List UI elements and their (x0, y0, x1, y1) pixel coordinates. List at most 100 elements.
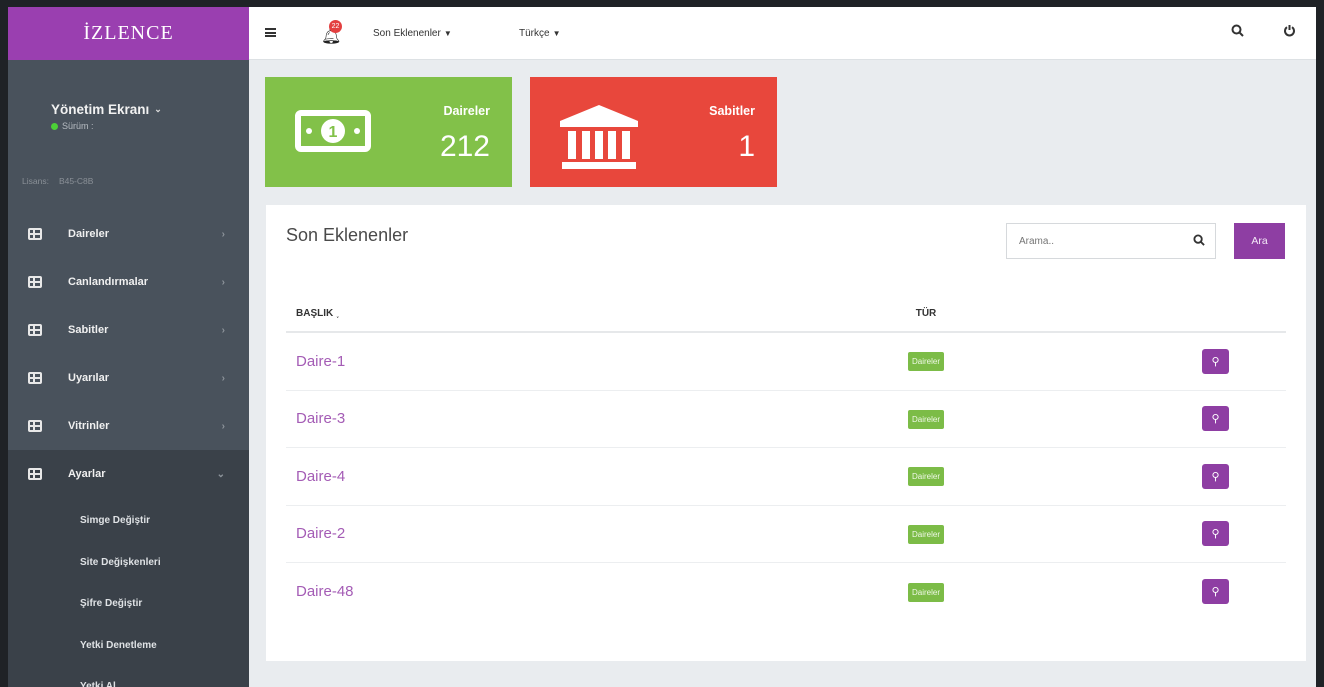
panel-title: Son Eklenenler (286, 225, 409, 245)
chevron-right-icon: › (221, 276, 225, 288)
search-icon: ⚲ (1211, 355, 1220, 368)
grid-icon (28, 420, 42, 432)
sidebar-item-sabitler[interactable]: Sabitler › (8, 306, 249, 354)
sidebar-item-label: Canlandırmalar (68, 276, 149, 288)
search-icon: ⚲ (1211, 470, 1220, 483)
recent-dropdown[interactable]: Son Eklenenler ▼ (373, 28, 452, 39)
chevron-right-icon: › (221, 420, 225, 432)
license-value: B45-C8B (58, 176, 94, 186)
row-title-link[interactable]: Daire-2 (286, 525, 886, 542)
language-label: Türkçe (519, 28, 550, 39)
view-button[interactable]: ⚲ (1202, 463, 1229, 489)
license-label: Lisans: (22, 176, 49, 186)
sidebar-item-daireler[interactable]: Daireler › (8, 210, 249, 258)
submenu-item-yetki-al[interactable]: Yetki Al (8, 666, 249, 687)
stat-label: Sabitler (709, 104, 755, 118)
type-badge: Daireler (907, 467, 944, 487)
chevron-down-icon: ⌄ (154, 104, 162, 114)
sidebar-item-uyarilar[interactable]: Uyarılar › (8, 354, 249, 402)
row-type-cell: Daireler (886, 582, 966, 602)
type-badge: Daireler (907, 409, 944, 429)
language-dropdown[interactable]: Türkçe ▼ (519, 28, 560, 39)
view-button[interactable]: ⚲ (1202, 348, 1229, 374)
view-button[interactable]: ⚲ (1202, 579, 1229, 605)
row-title-link[interactable]: Daire-3 (286, 410, 886, 427)
hamburger-icon[interactable] (265, 28, 276, 37)
sidebar-item-vitrinler[interactable]: Vitrinler › (8, 402, 249, 450)
table-row: Daire-48 Daireler ⚲ (286, 563, 1286, 621)
top-navbar: 🔔︎ 22 Son Eklenenler ▼ Türkçe ▼ (249, 7, 1316, 60)
sidebar-item-label: Sabitler (68, 324, 109, 336)
stat-card-sabitler[interactable]: Sabitler 1 (530, 77, 777, 187)
stat-label: Daireler (443, 104, 490, 118)
search-input[interactable] (1007, 224, 1177, 258)
chevron-right-icon: › (221, 228, 225, 240)
row-type-cell: Daireler (886, 409, 966, 429)
brand-logo[interactable]: İZLENCE (8, 7, 249, 60)
submenu-item-sifre[interactable]: Şifre Değiştir (8, 583, 249, 625)
grid-icon (28, 228, 42, 240)
stat-card-daireler[interactable]: 1 Daireler 212 (265, 77, 512, 187)
type-badge: Daireler (907, 524, 944, 544)
table-row: Daire-4 Daireler ⚲ (286, 448, 1286, 506)
table-row: Daire-2 Daireler ⚲ (286, 506, 1286, 563)
recent-label: Son Eklenenler (373, 28, 441, 39)
grid-icon (28, 276, 42, 288)
sidebar-item-label: Daireler (68, 228, 109, 240)
row-type-cell: Daireler (886, 351, 966, 372)
settings-submenu: Simge Değiştir Site Değişkenleri Şifre D… (8, 498, 249, 687)
search-icon[interactable] (1231, 24, 1244, 40)
row-actions: ⚲ (966, 463, 1286, 489)
search-box (1006, 223, 1216, 259)
chevron-right-icon: › (221, 324, 225, 336)
row-title-link[interactable]: Daire-48 (286, 583, 886, 600)
svg-text:1: 1 (329, 124, 338, 141)
sidebar-item-label: Ayarlar (68, 468, 106, 480)
row-type-cell: Daireler (886, 466, 966, 487)
sort-icon: ˯ (336, 307, 340, 319)
grid-icon (28, 372, 42, 384)
online-status-icon (51, 122, 58, 130)
profile-menu[interactable]: Yönetim Ekranı ⌄ (51, 102, 249, 117)
row-actions: ⚲ (966, 579, 1286, 605)
search-icon: ⚲ (1211, 586, 1220, 599)
caret-down-icon: ▼ (552, 29, 561, 38)
view-button[interactable]: ⚲ (1202, 521, 1229, 547)
submenu-item-simge[interactable]: Simge Değiştir (8, 500, 249, 542)
view-button[interactable]: ⚲ (1202, 406, 1229, 432)
version-status: Sürüm : (51, 121, 249, 131)
column-header-title[interactable]: BAŞLIK ˯ (286, 308, 886, 319)
table-row: Daire-1 Daireler ⚲ (286, 333, 1286, 391)
power-icon[interactable] (1283, 24, 1296, 40)
grid-icon (28, 324, 42, 336)
sidebar-item-label: Uyarılar (68, 372, 109, 384)
sidebar-item-canlandirmalar[interactable]: Canlandırmalar › (8, 258, 249, 306)
money-icon: 1 (295, 105, 371, 160)
submenu-item-yetki-denetleme[interactable]: Yetki Denetleme (8, 625, 249, 667)
column-title-label: BAŞLIK (296, 307, 334, 319)
type-badge: Daireler (907, 582, 944, 602)
profile-block: Yönetim Ekranı ⌄ Sürüm : (8, 60, 249, 176)
sidebar: İZLENCE Yönetim Ekranı ⌄ Sürüm : Lisans:… (8, 7, 249, 687)
row-title-link[interactable]: Daire-4 (286, 468, 886, 485)
column-header-type[interactable]: TÜR (886, 308, 966, 319)
row-actions: ⚲ (966, 406, 1286, 432)
caret-down-icon: ▼ (443, 29, 452, 38)
sidebar-item-ayarlar[interactable]: Ayarlar ⌄ (8, 450, 249, 498)
profile-name: Yönetim Ekranı (51, 102, 150, 117)
recent-items-table: BAŞLIK ˯ TÜR Daire-1 Daireler ⚲ Daire-3 … (286, 295, 1286, 621)
notification-badge: 22 (329, 20, 342, 33)
table-header: BAŞLIK ˯ TÜR (286, 295, 1286, 333)
recent-items-panel: Son Eklenenler Ara BAŞLIK ˯ TÜR Daire-1 … (266, 205, 1306, 661)
type-badge: Daireler (907, 352, 944, 372)
search-icon[interactable] (1193, 233, 1205, 249)
row-actions: ⚲ (966, 348, 1286, 374)
chevron-down-icon: ⌄ (216, 468, 225, 480)
submenu-item-site-degiskenleri[interactable]: Site Değişkenleri (8, 542, 249, 584)
search-button[interactable]: Ara (1234, 223, 1285, 259)
row-title-link[interactable]: Daire-1 (286, 353, 886, 370)
grid-icon (28, 468, 42, 480)
stat-value: 1 (738, 130, 755, 163)
chevron-right-icon: › (221, 372, 225, 384)
app-window: İZLENCE Yönetim Ekranı ⌄ Sürüm : Lisans:… (8, 7, 1316, 687)
